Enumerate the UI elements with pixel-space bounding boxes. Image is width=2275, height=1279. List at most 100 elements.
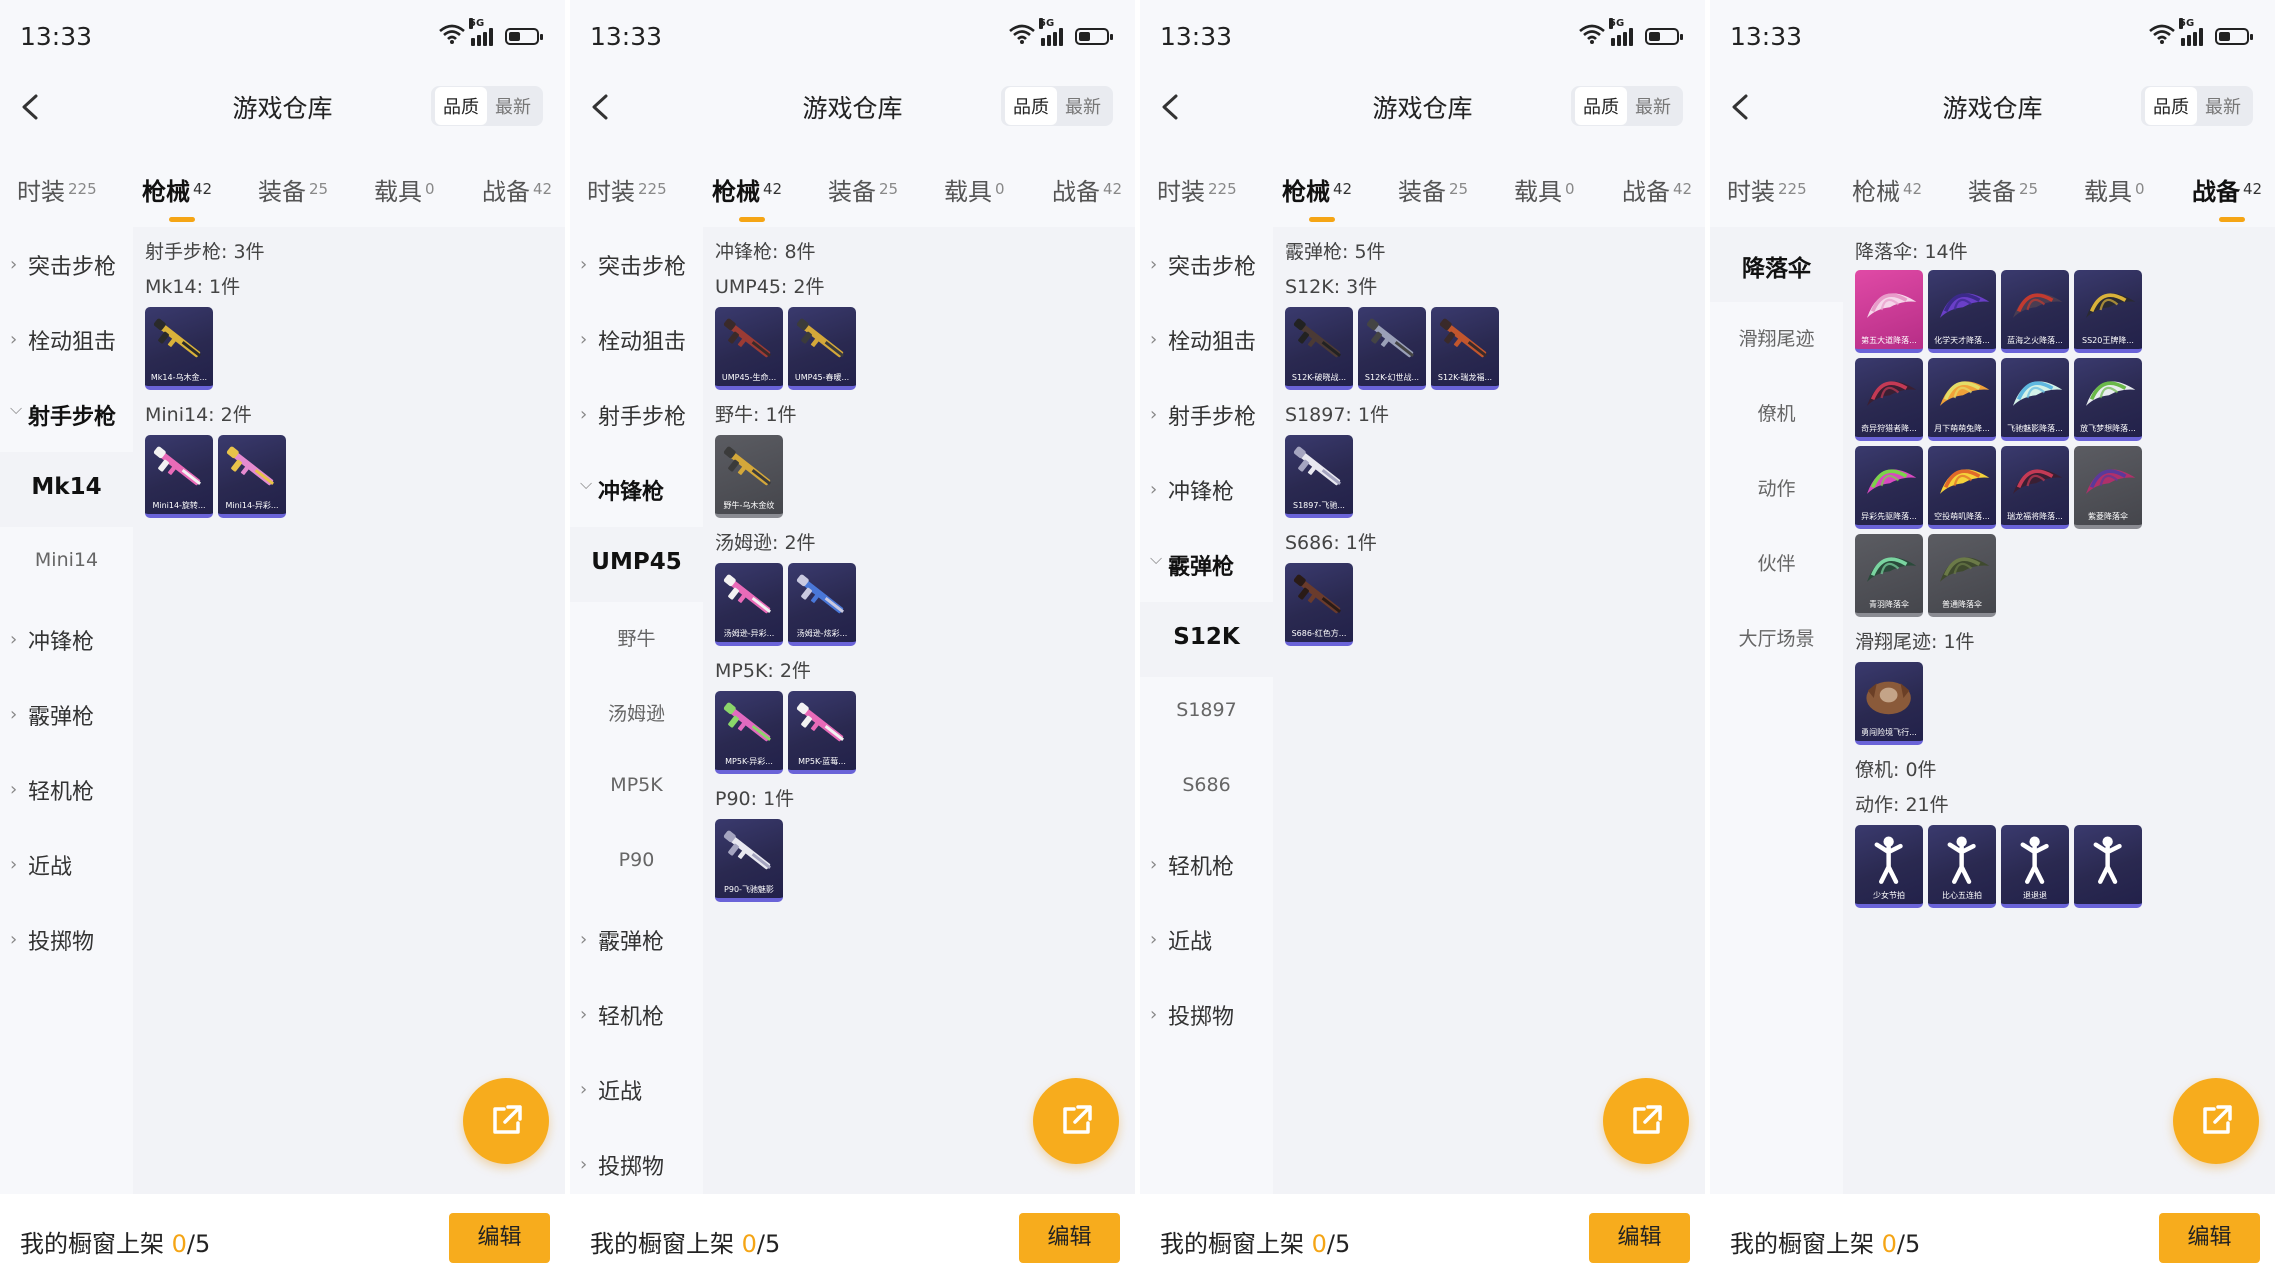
sort-toggle[interactable]: 品质 最新 (431, 86, 543, 126)
tab-fashion[interactable]: 时装 225 (587, 172, 667, 207)
sidebar-item[interactable]: › 近战 (0, 827, 133, 902)
tab-gear[interactable]: 战备 42 (1052, 172, 1122, 207)
item-card[interactable]: 化学天才降落... (1928, 270, 1996, 353)
share-button[interactable] (463, 1078, 549, 1164)
edit-button[interactable]: 编辑 (1019, 1213, 1120, 1263)
sidebar-item[interactable]: › 投掷物 (1140, 977, 1273, 1052)
item-card[interactable]: MP5K-异彩... (715, 691, 783, 774)
tab-equipment[interactable]: 装备 25 (1968, 172, 2038, 207)
sort-latest-button[interactable]: 最新 (1057, 87, 1109, 125)
item-card[interactable]: 退退退 (2001, 825, 2069, 908)
tab-vehicles[interactable]: 载具 0 (1514, 172, 1575, 207)
item-card[interactable]: Mini14-旋转... (145, 435, 213, 518)
item-card[interactable]: 普通降落伞 (1928, 534, 1996, 617)
item-card[interactable]: S12K-瑞龙福... (1431, 307, 1499, 390)
tab-firearms[interactable]: 枪械 42 (1852, 172, 1922, 207)
item-card[interactable]: 放飞梦想降落... (2074, 358, 2142, 441)
tab-vehicles[interactable]: 载具 0 (944, 172, 1005, 207)
sort-quality-button[interactable]: 品质 (435, 87, 487, 125)
item-card[interactable]: 汤姆逊-异彩... (715, 563, 783, 646)
sidebar-item[interactable]: › 轻机枪 (0, 752, 133, 827)
sidebar-item[interactable]: › 投掷物 (570, 1127, 703, 1202)
item-card[interactable]: 紫菱降落伞 (2074, 446, 2142, 529)
sidebar-item[interactable]: S1897 (1140, 677, 1273, 752)
sidebar-item[interactable]: 动作 (1710, 452, 1843, 527)
item-card[interactable]: MP5K-蓝莓... (788, 691, 856, 774)
item-card[interactable]: 野牛-乌木金纹 (715, 435, 783, 518)
sidebar-item[interactable]: Mini14 (0, 527, 133, 602)
sort-quality-button[interactable]: 品质 (1005, 87, 1057, 125)
item-card[interactable]: S686-红色方... (1285, 563, 1353, 646)
sidebar-item[interactable]: ⌵ 霰弹枪 (1140, 527, 1273, 602)
sidebar-item[interactable]: ⌵ 射手步枪 (0, 377, 133, 452)
sidebar-item[interactable]: ⌵ 冲锋枪 (570, 452, 703, 527)
tab-gear[interactable]: 战备 42 (482, 172, 552, 207)
sidebar-item[interactable]: 僚机 (1710, 377, 1843, 452)
item-card[interactable]: SS20王牌降... (2074, 270, 2142, 353)
tab-fashion[interactable]: 时装 225 (17, 172, 97, 207)
sidebar-item[interactable]: › 轻机枪 (570, 977, 703, 1052)
item-card[interactable]: S12K-破晓战... (1285, 307, 1353, 390)
item-card[interactable]: 空投萌叽降落... (1928, 446, 1996, 529)
item-card[interactable]: 勇闯险境飞行... (1855, 662, 1923, 745)
sidebar-item[interactable]: UMP45 (570, 527, 703, 602)
sort-quality-button[interactable]: 品质 (2145, 87, 2197, 125)
sort-toggle[interactable]: 品质 最新 (1001, 86, 1113, 126)
sidebar-item[interactable]: › 霰弹枪 (0, 677, 133, 752)
sidebar-item[interactable]: S12K (1140, 602, 1273, 677)
sidebar-item[interactable]: › 近战 (1140, 902, 1273, 977)
sidebar-item[interactable]: › 栓动狙击 (570, 302, 703, 377)
item-card[interactable]: 瑞龙福将降落... (2001, 446, 2069, 529)
sidebar-item[interactable]: › 突击步枪 (0, 227, 133, 302)
share-button[interactable] (2173, 1078, 2259, 1164)
tab-vehicles[interactable]: 载具 0 (374, 172, 435, 207)
item-card[interactable]: S12K-幻世战... (1358, 307, 1426, 390)
edit-button[interactable]: 编辑 (1589, 1213, 1690, 1263)
item-card[interactable]: Mk14-乌木金... (145, 307, 213, 390)
tab-firearms[interactable]: 枪械 42 (142, 172, 212, 222)
sidebar-item[interactable]: P90 (570, 827, 703, 902)
item-card[interactable]: 飞驰魅影降落... (2001, 358, 2069, 441)
sidebar-item[interactable]: › 栓动狙击 (1140, 302, 1273, 377)
item-card[interactable]: 异彩先驱降落... (1855, 446, 1923, 529)
item-card[interactable]: UMP45-春暖... (788, 307, 856, 390)
item-card[interactable]: 蓝海之火降落... (2001, 270, 2069, 353)
sidebar-item[interactable]: › 投掷物 (0, 902, 133, 977)
sidebar-item[interactable]: MP5K (570, 752, 703, 827)
edit-button[interactable]: 编辑 (2159, 1213, 2260, 1263)
tab-firearms[interactable]: 枪械 42 (1282, 172, 1352, 222)
tab-fashion[interactable]: 时装 225 (1727, 172, 1807, 207)
sidebar-item[interactable]: › 射手步枪 (570, 377, 703, 452)
sort-toggle[interactable]: 品质 最新 (2141, 86, 2253, 126)
tab-equipment[interactable]: 装备 25 (1398, 172, 1468, 207)
sort-latest-button[interactable]: 最新 (2197, 87, 2249, 125)
sidebar-item[interactable]: S686 (1140, 752, 1273, 827)
tab-fashion[interactable]: 时装 225 (1157, 172, 1237, 207)
sidebar-item[interactable]: › 射手步枪 (1140, 377, 1273, 452)
sidebar-item[interactable]: › 冲锋枪 (1140, 452, 1273, 527)
tab-gear[interactable]: 战备 42 (1622, 172, 1692, 207)
item-card[interactable]: UMP45-生命... (715, 307, 783, 390)
item-card[interactable]: S1897-飞驰... (1285, 435, 1353, 518)
item-card[interactable]: 青羽降落伞 (1855, 534, 1923, 617)
sidebar-item[interactable]: › 栓动狙击 (0, 302, 133, 377)
sort-latest-button[interactable]: 最新 (1627, 87, 1679, 125)
sidebar-item[interactable]: 伙伴 (1710, 527, 1843, 602)
item-card[interactable]: 奇异狩猎者降... (1855, 358, 1923, 441)
item-card[interactable] (2074, 825, 2142, 908)
sidebar-item[interactable]: › 冲锋枪 (0, 602, 133, 677)
sidebar-item[interactable]: 大厅场景 (1710, 602, 1843, 677)
sidebar-item[interactable]: 野牛 (570, 602, 703, 677)
tab-equipment[interactable]: 装备 25 (828, 172, 898, 207)
share-button[interactable] (1603, 1078, 1689, 1164)
item-card[interactable]: Mini14-异彩... (218, 435, 286, 518)
item-card[interactable]: 少女节拍 (1855, 825, 1923, 908)
edit-button[interactable]: 编辑 (449, 1213, 550, 1263)
tab-vehicles[interactable]: 载具 0 (2084, 172, 2145, 207)
item-card[interactable]: 汤姆逊-炫彩... (788, 563, 856, 646)
sidebar-item[interactable]: › 近战 (570, 1052, 703, 1127)
sidebar-item[interactable]: Mk14 (0, 452, 133, 527)
sidebar-item[interactable]: 降落伞 (1710, 227, 1843, 302)
item-card[interactable]: 月下萌萌兔降... (1928, 358, 1996, 441)
sidebar-item[interactable]: 汤姆逊 (570, 677, 703, 752)
